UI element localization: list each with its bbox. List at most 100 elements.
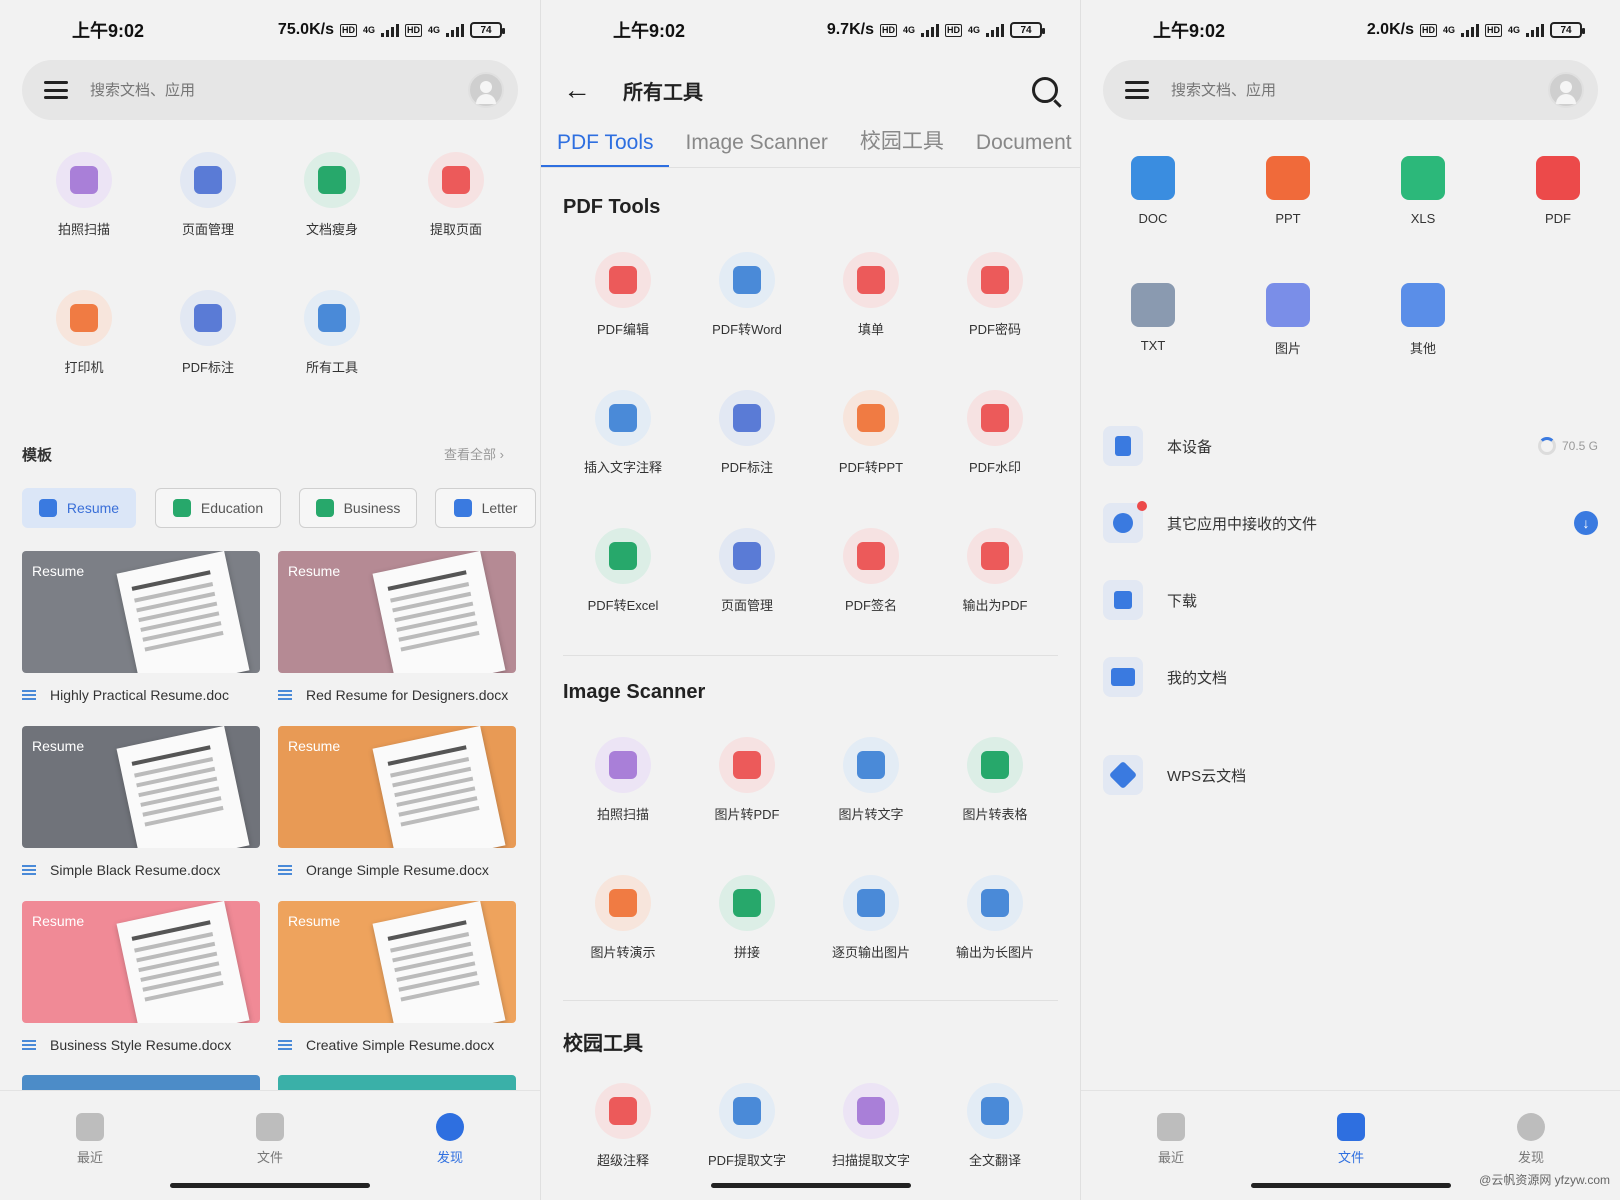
tool-item[interactable]: 逐页输出图片 [811,875,931,961]
nav-recent[interactable]: 最近 [50,1113,130,1166]
tool-item[interactable]: 图片转文字 [811,737,931,823]
search-input[interactable] [1171,81,1548,99]
tool-item[interactable]: PDF转PPT [811,390,931,476]
template-card[interactable]: Resume Orange Simple Resume.docx [278,726,516,878]
tool-label: PDF转Excel [587,598,659,613]
filetype-3[interactable]: PDF [1508,156,1608,226]
template-thumbnail: Resume [22,901,260,1023]
tool-item[interactable]: 填单 [811,252,931,338]
tool-item-icon [719,390,775,446]
tool-item[interactable]: PDF转Word [687,252,807,338]
view-all-link[interactable]: 查看全部 › [444,444,504,463]
download-badge-icon[interactable]: ↓ [1574,511,1598,535]
filetype-1[interactable]: PPT [1238,156,1338,226]
nav-files[interactable]: 文件 [230,1113,310,1166]
tool-label: 全文翻译 [968,1153,1021,1168]
tool-item[interactable]: 图片转演示 [563,875,683,961]
tool-doc-slim[interactable]: 文档瘦身 [272,152,392,238]
signal-icon [1460,23,1479,37]
template-card[interactable]: Resume Highly Practical Resume.doc [22,551,260,703]
tool-item[interactable]: 拍照扫描 [563,737,683,823]
tab-campus-tools[interactable]: 校园工具 [844,125,960,167]
tool-label: 输出为长图片 [955,945,1034,960]
home-indicator [170,1183,370,1188]
location-received-files[interactable]: 其它应用中接收的文件 ↓ [1103,501,1598,545]
tool-extract-page[interactable]: 提取页面 [396,152,516,238]
search-bar[interactable] [1103,60,1598,120]
nav-discover[interactable]: 发现 [410,1113,490,1166]
filetype-5[interactable]: 图片 [1238,283,1338,357]
tool-item-icon [595,528,651,584]
tool-item[interactable]: 图片转PDF [687,737,807,823]
template-card[interactable]: Resume Red Resume for Designers.docx [278,551,516,703]
search-input[interactable] [90,81,468,99]
tool-item[interactable]: PDF水印 [935,390,1055,476]
tool-item[interactable]: 输出为PDF [935,528,1055,614]
tool-item[interactable]: 超级注释 [563,1083,683,1169]
section-title: Image Scanner [563,681,706,703]
tool-item[interactable]: PDF签名 [811,528,931,614]
header: ← 所有工具 [541,60,1080,120]
tool-page-manage[interactable]: 页面管理 [148,152,268,238]
tool-item[interactable]: 图片转表格 [935,737,1055,823]
tool-item[interactable]: 扫描提取文字 [811,1083,931,1169]
tab-document[interactable]: Document [960,131,1080,167]
nav-recent[interactable]: 最近 [1131,1113,1211,1166]
tab-pdf-tools[interactable]: PDF Tools [541,131,670,167]
resume-preview [116,901,250,1023]
tool-label: 打印机 [64,360,104,375]
thumbnail-title: Resume [288,738,341,754]
menu-icon[interactable] [1125,81,1149,99]
tool-item[interactable]: PDF提取文字 [687,1083,807,1169]
menu-icon[interactable] [44,81,68,99]
resume-preview [116,726,250,848]
search-icon[interactable] [1032,77,1058,103]
search-bar[interactable] [22,60,518,120]
tool-item[interactable]: 输出为长图片 [935,875,1055,961]
template-thumbnail: Resume [22,551,260,673]
location-downloads[interactable]: 下载 [1103,578,1598,622]
avatar[interactable] [1548,72,1584,108]
tool-printer[interactable]: 打印机 [24,290,144,376]
resume-preview [116,551,250,673]
nav-discover[interactable]: 发现 [1491,1113,1571,1166]
tool-item[interactable]: 页面管理 [687,528,807,614]
template-name: Business Style Resume.docx [50,1037,232,1053]
tool-label: PDF转Word [712,322,782,337]
tool-item-icon [719,737,775,793]
tool-item[interactable]: 插入文字注释 [563,390,683,476]
tool-item[interactable]: PDF密码 [935,252,1055,338]
chip-resume[interactable]: Resume [22,488,136,528]
tool-item[interactable]: PDF编辑 [563,252,683,338]
files-icon [1337,1113,1365,1141]
filetype-4[interactable]: TXT [1103,283,1203,353]
chip-letter[interactable]: Letter [435,488,536,528]
tool-item[interactable]: 拼接 [687,875,807,961]
nav-files[interactable]: 文件 [1311,1113,1391,1166]
net-speed: 9.7K/s [826,21,874,38]
tool-scan[interactable]: 拍照扫描 [24,152,144,238]
chip-business[interactable]: Business [299,488,417,528]
tab-image-scanner[interactable]: Image Scanner [669,131,843,167]
location-my-documents[interactable]: 我的文档 [1103,655,1598,699]
template-card[interactable]: Resume Simple Black Resume.docx [22,726,260,878]
net-type: 4G [1507,25,1520,35]
tool-more-dots[interactable]: 所有工具 [272,290,392,376]
tool-pdf-annotate[interactable]: PDF标注 [148,290,268,376]
avatar[interactable] [468,72,504,108]
filetype-6[interactable]: 其他 [1373,283,1473,357]
filetype-0[interactable]: DOC [1103,156,1203,226]
location-device[interactable]: 本设备 70.5 G [1103,424,1598,468]
tool-item-icon [595,390,651,446]
location-wps-cloud[interactable]: WPS云文档 [1103,753,1598,797]
tool-item[interactable]: 全文翻译 [935,1083,1055,1169]
template-card[interactable]: Resume Creative Simple Resume.docx [278,901,516,1053]
tool-item[interactable]: PDF转Excel [563,528,683,614]
tool-item[interactable]: PDF标注 [687,390,807,476]
files-screen: 上午9:02 2.0K/s HD 4G HD 4G 74 DOC PPT XLS PD… [1080,0,1620,1200]
filetype-2[interactable]: XLS [1373,156,1473,226]
template-card[interactable]: Resume Business Style Resume.docx [22,901,260,1053]
chip-education[interactable]: Education [155,488,281,528]
tool-item-icon [843,528,899,584]
back-arrow-icon[interactable]: ← [563,74,603,106]
